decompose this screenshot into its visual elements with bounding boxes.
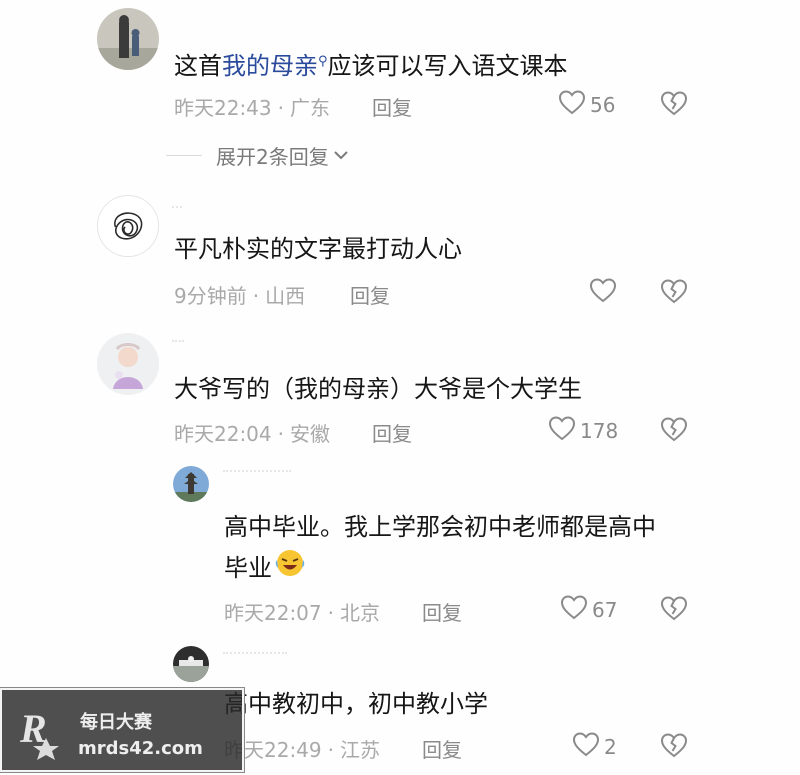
reply-text: 高中教初中，初中教小学 [224,690,488,718]
watermark-title: 每日大赛 [80,711,153,733]
username[interactable] [172,340,184,348]
comment-text: 平凡朴实的文字最打动人心 [174,235,462,263]
watermark-url: mrds42.com [78,738,203,759]
username[interactable] [223,652,287,660]
like-button[interactable]: 178 [548,415,618,446]
comment-meta: 9分钟前 · 山西 [174,280,305,309]
avatar[interactable] [97,8,159,70]
meta-separator: · [327,738,334,762]
reply-location: 北京 [340,601,380,625]
broken-heart-icon [660,733,688,762]
reply-time: 昨天22:07 [224,601,322,625]
like-button[interactable]: 2 [572,731,617,762]
like-count: 178 [580,418,619,443]
meta-separator: · [277,422,284,446]
like-button[interactable] [589,277,617,308]
reply-meta: 昨天22:49 · 江苏 [224,734,380,763]
dislike-button[interactable] [660,595,688,625]
broken-heart-icon [660,91,688,120]
search-icon: ⚲ [318,54,328,69]
broken-heart-icon [660,279,688,308]
like-count: 56 [590,92,616,117]
expand-replies-button[interactable]: 展开2条回复 [166,141,349,170]
meta-separator: · [252,284,260,308]
avatar[interactable] [173,466,209,502]
comment-meta: 昨天22:43 · 广东 [174,92,330,121]
avatar[interactable] [97,333,159,395]
like-button[interactable]: 56 [558,89,615,120]
reply-button[interactable]: 回复 [372,418,412,447]
heart-icon [589,277,617,308]
username[interactable] [172,206,182,214]
comment-time: 昨天22:43 [174,96,272,120]
like-count: 67 [592,597,618,622]
chevron-down-icon [333,146,349,165]
broken-heart-icon [660,417,688,446]
comment-location: 安徽 [290,422,330,446]
reply-meta: 昨天22:07 · 北京 [224,597,380,626]
comment-section: 这首我的母亲⚲应该可以写入语文课本 昨天22:43 · 广东 回复 56 展开2条回… [0,0,800,775]
comment-text: 这首我的母亲⚲应该可以写入语文课本 [174,42,568,86]
like-count: 2 [604,734,617,759]
reply-button[interactable]: 回复 [422,734,462,763]
comment-location: 广东 [290,96,330,120]
heart-icon [560,594,588,625]
avatar[interactable] [97,195,159,257]
comment-location: 山西 [265,284,306,308]
comment-text-suffix: 应该可以写入语文课本 [327,52,568,80]
svg-text:R: R [19,706,47,751]
dislike-button[interactable] [660,90,688,120]
reply-text-line2: 毕业 [224,554,272,582]
meta-separator: · [277,96,284,120]
comment-meta: 昨天22:04 · 安徽 [174,418,330,447]
heart-icon [548,415,576,446]
dislike-button[interactable] [660,416,688,446]
comment-time: 9分钟前 [174,284,247,308]
reply-button[interactable]: 回复 [350,280,390,309]
watermark-logo-icon: R 每日大赛 mrds42.com [19,706,203,760]
heart-icon [572,731,600,762]
comment-text-prefix: 这首 [174,52,222,80]
like-button[interactable]: 67 [560,594,617,625]
dislike-button[interactable] [660,278,688,308]
meta-separator: · [327,601,334,625]
reply-location: 江苏 [340,738,380,762]
username[interactable] [223,470,291,478]
avatar[interactable] [173,646,209,682]
comment-text: 大爷写的（我的母亲）大爷是个大学生 [174,375,582,403]
watermark: R 每日大赛 mrds42.com [0,687,245,773]
heart-icon [558,89,586,120]
reply-text: 高中毕业。我上学那会初中老师都是高中 [224,513,656,541]
dislike-button[interactable] [660,732,688,762]
search-link[interactable]: 我的母亲 [222,52,318,80]
reply-button[interactable]: 回复 [372,92,412,121]
broken-heart-icon [660,596,688,625]
divider-line [166,155,202,156]
expand-replies-label: 展开2条回复 [216,145,329,169]
reply-text-continued: 毕业 [224,548,306,590]
laughing-crying-emoji-icon [274,548,306,590]
reply-button[interactable]: 回复 [422,597,462,626]
comment-time: 昨天22:04 [174,422,272,446]
